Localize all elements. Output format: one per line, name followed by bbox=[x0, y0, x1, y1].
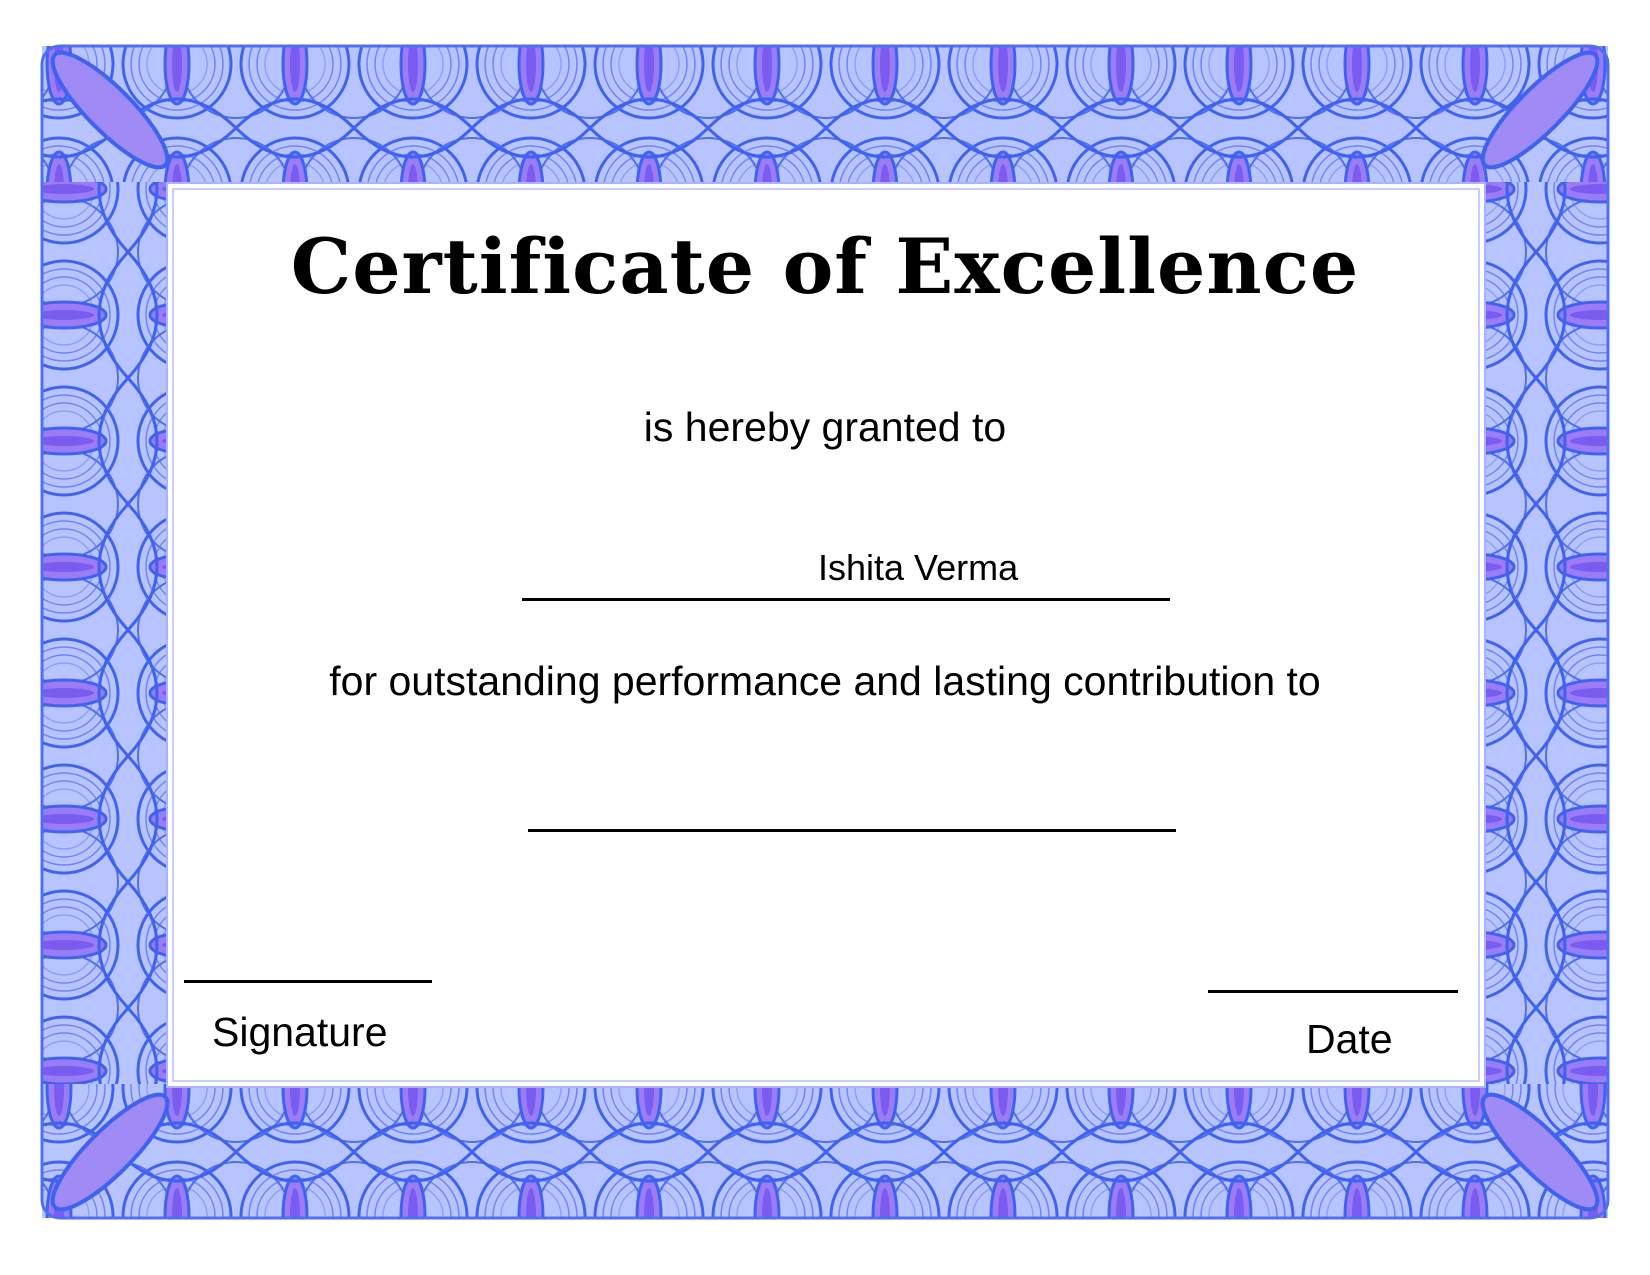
certificate-page: Certificate of Excellence is hereby gran… bbox=[0, 0, 1650, 1275]
granted-text: is hereby granted to bbox=[643, 404, 1007, 450]
recipient-name: Ishita Verma bbox=[818, 547, 1019, 588]
signature-line bbox=[184, 980, 432, 983]
date-line bbox=[1208, 990, 1458, 993]
date-label: Date bbox=[1306, 1016, 1393, 1062]
certificate-inner-panel bbox=[166, 182, 1486, 1088]
purpose-text: for outstanding performance and lasting … bbox=[329, 658, 1321, 704]
signature-label: Signature bbox=[212, 1009, 388, 1055]
contribution-line bbox=[528, 829, 1176, 832]
recipient-name-line bbox=[522, 598, 1170, 601]
certificate-title: Certificate of Excellence bbox=[290, 222, 1360, 311]
